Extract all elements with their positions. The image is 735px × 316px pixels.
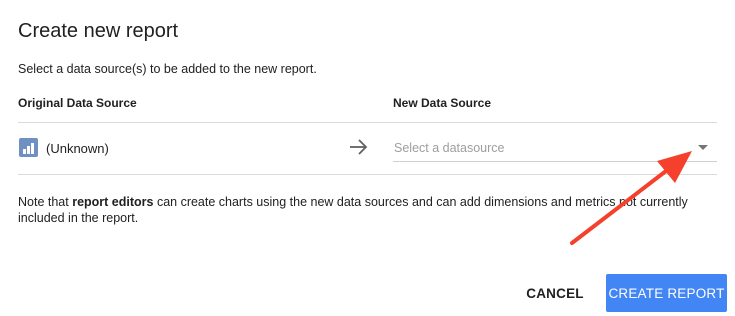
note-prefix: Note that [18,195,73,209]
header-divider [18,122,717,123]
create-report-dialog: Create new report Select a data source(s… [0,0,735,316]
create-report-button[interactable]: CREATE REPORT [606,274,727,312]
note-text: Note that report editors can create char… [18,194,723,226]
row-divider [18,174,717,175]
note-bold: report editors [72,195,154,209]
datasource-select-placeholder: Select a datasource [394,141,505,155]
dropdown-caret-icon[interactable] [698,145,708,150]
datasource-select[interactable]: Select a datasource [393,131,717,162]
arrow-right-icon [350,139,368,155]
original-source-name: (Unknown) [46,141,109,156]
dialog-title: Create new report [18,20,179,42]
dialog-subtitle: Select a data source(s) to be added to t… [18,62,317,76]
original-data-source-header: Original Data Source [18,96,137,110]
cancel-button[interactable]: CANCEL [516,277,594,309]
report-chart-icon [19,138,38,157]
new-data-source-header: New Data Source [393,96,492,110]
